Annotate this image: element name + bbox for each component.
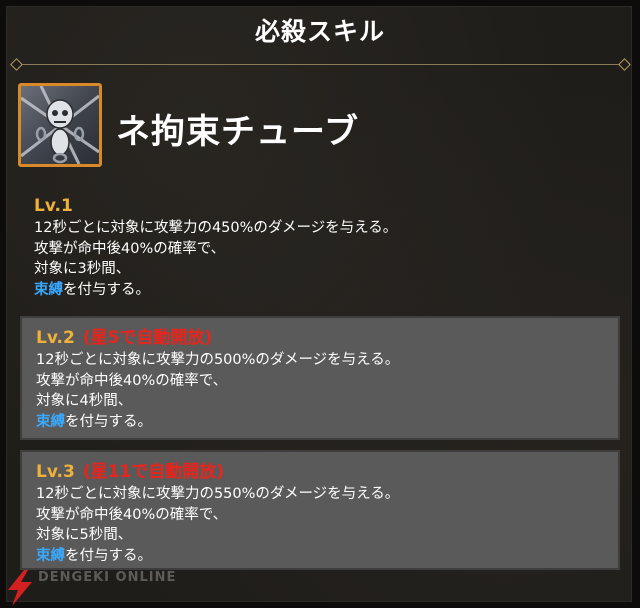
level-3-unlock-note: (星11で自動開放) xyxy=(82,462,225,482)
level-2-unlock-note: (星5で自動開放) xyxy=(82,328,213,348)
level-2-label: Lv.2 xyxy=(36,328,75,348)
skill-name: ネ拘束チューブ xyxy=(116,112,359,152)
level-1-line-1: 12秒ごとに対象に攻撃力の450%のダメージを与える。 xyxy=(34,220,398,236)
level-1-line-3: 対象に3秒間、 xyxy=(34,261,131,277)
lightning-bolt-icon xyxy=(8,570,32,606)
chained-skull-icon xyxy=(18,83,102,167)
level-3-suffix: を付与する。 xyxy=(65,547,152,564)
level-3-line-1: 12秒ごとに対象に攻撃力の550%のダメージを与える。 xyxy=(36,486,400,502)
level-2-line-1: 12秒ごとに対象に攻撃力の500%のダメージを与える。 xyxy=(36,352,400,368)
level-1-line-4: 束縛を付与する。 xyxy=(34,280,620,301)
level-3-block: Lv.3 (星11で自動開放) 12秒ごとに対象に攻撃力の550%のダメージを与え… xyxy=(20,450,620,570)
level-3-line-2: 攻撃が命中後40%の確率で、 xyxy=(36,506,228,523)
level-3-line-3: 対象に5秒間、 xyxy=(36,527,133,543)
level-2-header: Lv.2 (星5で自動開放) xyxy=(36,326,618,350)
level-1-suffix: を付与する。 xyxy=(63,281,150,298)
panel-title: 必殺スキル xyxy=(254,17,385,46)
bind-status-keyword[interactable]: 束縛 xyxy=(36,548,65,564)
level-1-line-2: 攻撃が命中後40%の確率で、 xyxy=(34,240,226,257)
level-3-label: Lv.3 xyxy=(36,462,75,482)
watermark-brand: DENGEKI ONLINE xyxy=(38,570,177,585)
bind-status-keyword[interactable]: 束縛 xyxy=(36,414,65,430)
level-2-block: Lv.2 (星5で自動開放) 12秒ごとに対象に攻撃力の500%のダメージを与える… xyxy=(20,316,620,440)
bind-status-keyword[interactable]: 束縛 xyxy=(34,282,63,298)
title-divider xyxy=(16,64,624,65)
level-2-suffix: を付与する。 xyxy=(65,413,152,430)
level-2-line-2: 攻撃が命中後40%の確率で、 xyxy=(36,372,228,389)
level-1-block: Lv.1 12秒ごとに対象に攻撃力の450%のダメージを与える。 攻撃が命中後4… xyxy=(20,186,620,302)
level-1-header: Lv.1 xyxy=(34,194,620,218)
level-2-line-3: 対象に4秒間、 xyxy=(36,393,133,409)
level-2-line-4: 束縛を付与する。 xyxy=(36,412,618,433)
level-1-label: Lv.1 xyxy=(34,196,73,216)
level-3-line-4: 束縛を付与する。 xyxy=(36,546,618,567)
level-3-header: Lv.3 (星11で自動開放) xyxy=(36,460,618,484)
